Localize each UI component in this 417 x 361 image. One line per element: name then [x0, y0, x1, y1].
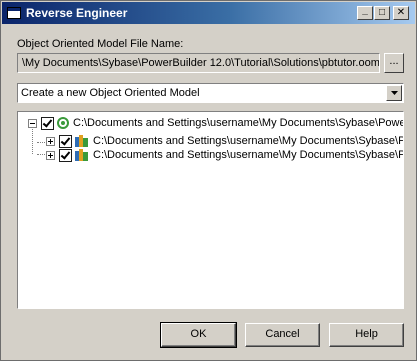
model-file-field[interactable]: \My Documents\Sybase\PowerBuilder 12.0\T…: [17, 53, 380, 73]
maximize-button[interactable]: □: [374, 6, 390, 20]
collapse-icon[interactable]: [28, 118, 37, 128]
help-button[interactable]: Help: [329, 323, 404, 347]
source-tree[interactable]: C:\Documents and Settings\username\My Do…: [17, 111, 404, 309]
close-button[interactable]: ✕: [393, 6, 409, 20]
close-icon: ✕: [396, 7, 406, 18]
cancel-button[interactable]: Cancel: [245, 323, 320, 347]
workspace-icon: [57, 117, 69, 129]
target-library-icon: [75, 149, 89, 161]
window-icon: [7, 7, 21, 19]
minimize-button[interactable]: _: [357, 6, 373, 20]
model-mode-selected: Create a new Object Oriented Model: [21, 87, 200, 99]
target-library-icon: [75, 135, 89, 147]
title-bar[interactable]: Reverse Engineer _ □ ✕: [2, 2, 415, 24]
tree-node-root[interactable]: C:\Documents and Settings\username\My Do…: [28, 115, 404, 131]
expand-icon[interactable]: [46, 150, 55, 160]
expand-icon[interactable]: [46, 136, 55, 146]
tree-node-label: C:\Documents and Settings\username\My Do…: [73, 117, 404, 129]
child-checkbox[interactable]: [59, 148, 72, 162]
root-checkbox[interactable]: [41, 116, 54, 130]
ok-button[interactable]: OK: [160, 322, 237, 348]
model-file-label: Object Oriented Model File Name:: [17, 38, 184, 50]
tree-node-child[interactable]: C:\Documents and Settings\username\My Do…: [46, 147, 403, 163]
chevron-down-icon[interactable]: [386, 85, 402, 101]
maximize-icon: □: [378, 7, 386, 18]
minimize-icon: _: [362, 5, 368, 16]
reverse-engineer-dialog: Reverse Engineer _ □ ✕ Object Oriented M…: [0, 0, 417, 361]
tree-node-label: C:\Documents and Settings\username\My Do…: [93, 135, 403, 147]
window-title: Reverse Engineer: [26, 6, 128, 20]
model-mode-select[interactable]: Create a new Object Oriented Model: [17, 83, 404, 103]
browse-button[interactable]: ...: [384, 53, 404, 73]
child-checkbox[interactable]: [59, 134, 72, 148]
tree-node-label: C:\Documents and Settings\username\My Do…: [93, 149, 403, 161]
